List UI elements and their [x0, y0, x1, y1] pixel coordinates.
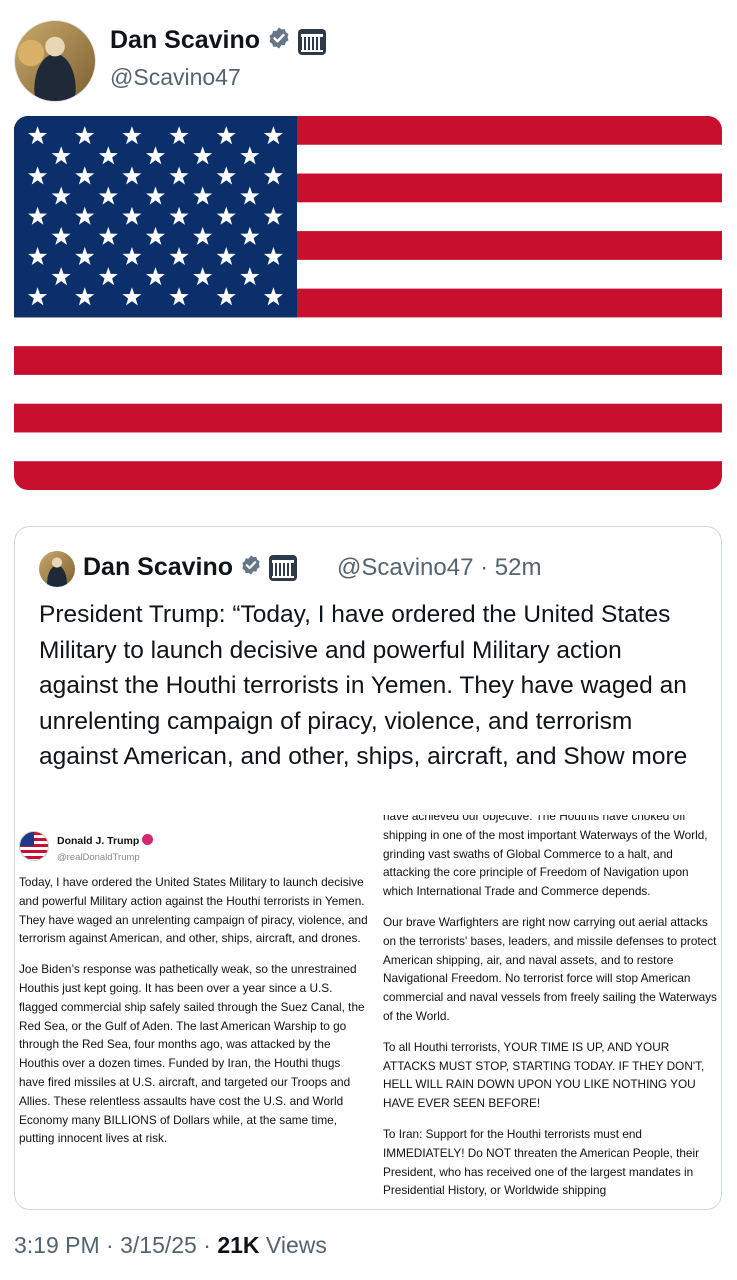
white-house-icon: [268, 555, 297, 582]
quoted-author-avatar: [39, 551, 75, 587]
quoted-author-name: Dan Scavino: [83, 553, 234, 581]
quoted-post-card[interactable]: Dan Scavino @Scavino47 · 52m President T…: [14, 526, 722, 1210]
meta-separator: ·: [480, 554, 489, 581]
verified-badge-icon: [240, 554, 262, 583]
footer-separator: ·: [106, 1232, 114, 1258]
quoted-post-meta: @Scavino47 · 52m: [337, 554, 541, 582]
verified-badge-icon: [267, 26, 291, 57]
quoted-post-time: 52m: [494, 554, 542, 581]
statement-paragraph: Today, I have ordered the United States …: [19, 875, 368, 946]
quoted-post-text: President Trump: “Today, I have ordered …: [39, 597, 707, 775]
author-name-row[interactable]: Dan Scavino: [110, 26, 326, 57]
post-header: Dan Scavino @Scavino47: [14, 18, 714, 102]
flag-stripe: [14, 374, 722, 405]
embedded-statement-image[interactable]: Donald J. Trump @realDonaldTrump Today, …: [15, 815, 721, 1209]
statement-left-column: Donald J. Trump @realDonaldTrump Today, …: [19, 831, 369, 1160]
quoted-post-header: Dan Scavino @Scavino47 · 52m: [39, 551, 699, 587]
post-timestamp-row: 3:19 PM · 3/15/25 · 21K Views: [14, 1232, 327, 1259]
statement-author-avatar: [19, 831, 49, 861]
author-name[interactable]: Dan Scavino: [110, 26, 260, 54]
us-flag-graphic: [14, 116, 722, 490]
statement-author: Donald J. Trump @realDonaldTrump: [19, 831, 369, 867]
quoted-author-handle: @Scavino47: [337, 554, 474, 581]
flag-image[interactable]: [14, 116, 722, 490]
flag-canton: [14, 116, 297, 318]
flag-stripe: [14, 461, 722, 490]
flag-stripe: [14, 432, 722, 462]
post-date[interactable]: 3/15/25: [120, 1232, 197, 1258]
views-label: Views: [265, 1232, 327, 1258]
author-handle[interactable]: @Scavino47: [110, 64, 241, 91]
statement-author-name-row: Donald J. Trump: [57, 832, 154, 851]
footer-separator: ·: [203, 1232, 211, 1258]
statement-author-name: Donald J. Trump: [57, 835, 140, 847]
white-house-icon: [297, 28, 326, 55]
statement-paragraph: Our brave Warfighters are right now carr…: [383, 914, 717, 1023]
flag-stripe: [14, 403, 722, 433]
flag-stripe: [14, 317, 722, 347]
statement-paragraph: Joe Biden’s response was pathetically we…: [19, 962, 365, 1146]
verified-badge-icon: [142, 834, 154, 845]
views-count: 21K: [217, 1232, 260, 1258]
post-time[interactable]: 3:19 PM: [14, 1232, 100, 1258]
statement-right-column: have achieved our objective. The Houthis…: [383, 815, 719, 1209]
statement-paragraph: To Iran: Support for the Houthi terroris…: [383, 1126, 700, 1198]
statement-author-handle: @realDonaldTrump: [57, 852, 140, 863]
statement-paragraph: To all Houthi terrorists, YOUR TIME IS U…: [383, 1039, 705, 1111]
author-avatar[interactable]: [14, 20, 96, 102]
show-more-link[interactable]: Show more: [563, 743, 687, 770]
flag-stripe: [14, 346, 722, 376]
quoted-author-name-row: Dan Scavino: [83, 553, 297, 583]
statement-paragraph: have achieved our objective. The Houthis…: [383, 815, 708, 899]
